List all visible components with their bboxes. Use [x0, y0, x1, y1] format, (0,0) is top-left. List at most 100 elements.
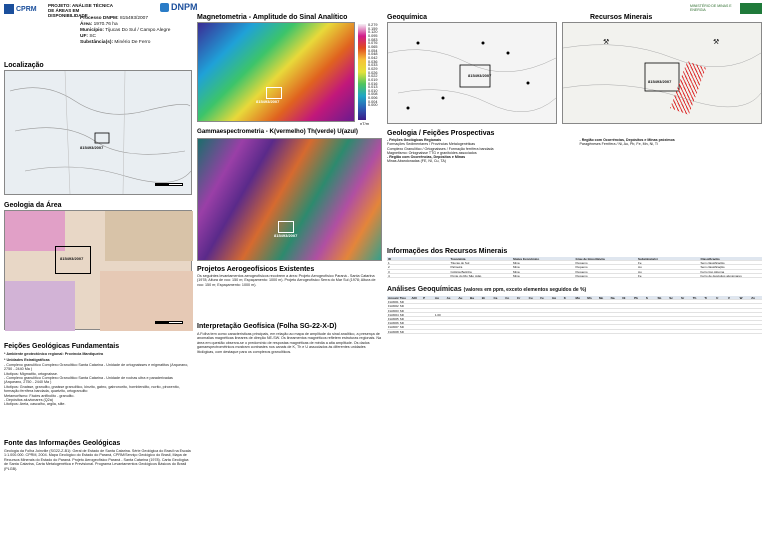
- table-cell: [668, 309, 680, 312]
- table-cell: [551, 309, 563, 312]
- table-cell: [750, 321, 762, 324]
- table-cell: [551, 304, 563, 307]
- table-cell: ID: [388, 257, 391, 261]
- geology-map[interactable]: 815493/2007: [4, 210, 193, 331]
- table-cell: [457, 317, 469, 320]
- table-cell: [504, 321, 516, 324]
- table-cell: [410, 330, 422, 333]
- table-cell: [692, 300, 704, 303]
- cprm-logo-text: CPRM: [16, 5, 37, 13]
- mag-colorbar: [358, 24, 366, 120]
- table-cell: [504, 309, 516, 312]
- table-cell: [715, 313, 727, 316]
- analises-subtitle: (valores em ppm, exceto elementos seguid…: [463, 287, 587, 293]
- geoquimica-title: Geoquímica: [387, 14, 428, 21]
- table-cell: [410, 313, 422, 316]
- table-cell: [657, 313, 669, 316]
- table-cell: [539, 304, 551, 307]
- geology-scale-bar: [155, 321, 183, 324]
- table-cell: [621, 313, 633, 316]
- table-cell: Co: [505, 296, 510, 300]
- table-cell: [739, 317, 751, 320]
- table-cell: AIO: [411, 296, 417, 300]
- table-cell: [610, 330, 622, 333]
- table-cell: 1.00: [434, 312, 441, 316]
- table-cell: Mo: [598, 296, 604, 300]
- table-cell: [434, 304, 446, 307]
- table-cell: [446, 309, 458, 312]
- table-cell: [680, 330, 692, 333]
- table-cell: [492, 330, 504, 333]
- table-cell: [645, 321, 657, 324]
- table-cell: [516, 325, 528, 328]
- table-cell: [586, 313, 598, 316]
- table-cell: [469, 325, 481, 328]
- prosp-c2-l1: Paragêneses Ferrífera / Ni, Au, Pb, Fe, …: [579, 142, 658, 147]
- table-cell: 1: [388, 261, 390, 265]
- table-cell: [563, 325, 575, 328]
- table-cell: [516, 300, 528, 303]
- table-cell: [750, 325, 762, 328]
- table-cell: Mg: [575, 296, 580, 300]
- magnetometry-map[interactable]: 815493/2007: [197, 22, 355, 122]
- table-cell: [598, 317, 610, 320]
- table-cell: [446, 304, 458, 307]
- table-cell: [446, 300, 458, 303]
- table-cell: [657, 304, 669, 307]
- municipio-label: Município:: [80, 28, 104, 33]
- table-cell: [703, 317, 715, 320]
- table-cell: [586, 330, 598, 333]
- geochemistry-map[interactable]: 815493/2007: [387, 22, 557, 124]
- table-cell: [727, 300, 739, 303]
- table-cell: [598, 321, 610, 324]
- table-cell: [727, 309, 739, 312]
- table-cell: [715, 317, 727, 320]
- table-cell: [739, 309, 751, 312]
- table-cell: U: [716, 296, 719, 300]
- gamma-map[interactable]: 815493/2007: [197, 138, 382, 261]
- analises-title: Análises Geoquímicas (valores em ppm, ex…: [387, 286, 586, 293]
- table-cell: [422, 325, 434, 328]
- table-cell: [598, 330, 610, 333]
- table-cell: [457, 300, 469, 303]
- table-cell: Ti: [704, 296, 708, 300]
- table-cell: [610, 309, 622, 312]
- table-cell: [633, 317, 645, 320]
- table-cell: [481, 317, 493, 320]
- table-cell: Bi: [481, 296, 485, 300]
- table-cell: Pequeno: [575, 261, 588, 265]
- table-cell: Pequeno: [575, 269, 588, 273]
- interp-body: A Folha tem como características princip…: [197, 332, 382, 354]
- table-cell: [750, 300, 762, 303]
- table-cell: [434, 330, 446, 333]
- table-cell: [516, 304, 528, 307]
- table-cell: [469, 313, 481, 316]
- table-cell: [528, 313, 540, 316]
- table-cell: [750, 317, 762, 320]
- table-cell: Cu: [528, 296, 533, 300]
- table-cell: Fe: [540, 296, 544, 300]
- table-cell: [633, 321, 645, 324]
- mineral-resources-map[interactable]: 815493/2007 ⚒ ⚒: [562, 22, 762, 124]
- table-cell: [692, 330, 704, 333]
- table-cell: [586, 317, 598, 320]
- table-cell: FLR008: [388, 329, 399, 333]
- mag-area-label: 815493/2007: [256, 99, 280, 104]
- table-cell: [422, 321, 434, 324]
- table-cell: FLR005: [388, 316, 399, 321]
- location-map[interactable]: 815493/2007: [4, 70, 192, 195]
- table-cell: [575, 313, 587, 316]
- gamma-title: Gammaespectrometria - K(vermelho) Th(ver…: [197, 128, 358, 135]
- table-cell: Pb: [634, 296, 638, 300]
- feicoes-body: * Ambiente geotectônico regional: Provín…: [4, 352, 192, 407]
- table-cell: [645, 330, 657, 333]
- table-cell: [516, 321, 528, 324]
- table-cell: Au: [638, 269, 642, 273]
- table-cell: [657, 300, 669, 303]
- table-cell: [575, 325, 587, 328]
- table-cell: Status Econômico: [513, 257, 540, 261]
- uf-value: SC: [89, 34, 97, 39]
- table-cell: [434, 325, 446, 328]
- table-cell: FLR004: [388, 312, 399, 316]
- table-cell: SD: [399, 329, 404, 333]
